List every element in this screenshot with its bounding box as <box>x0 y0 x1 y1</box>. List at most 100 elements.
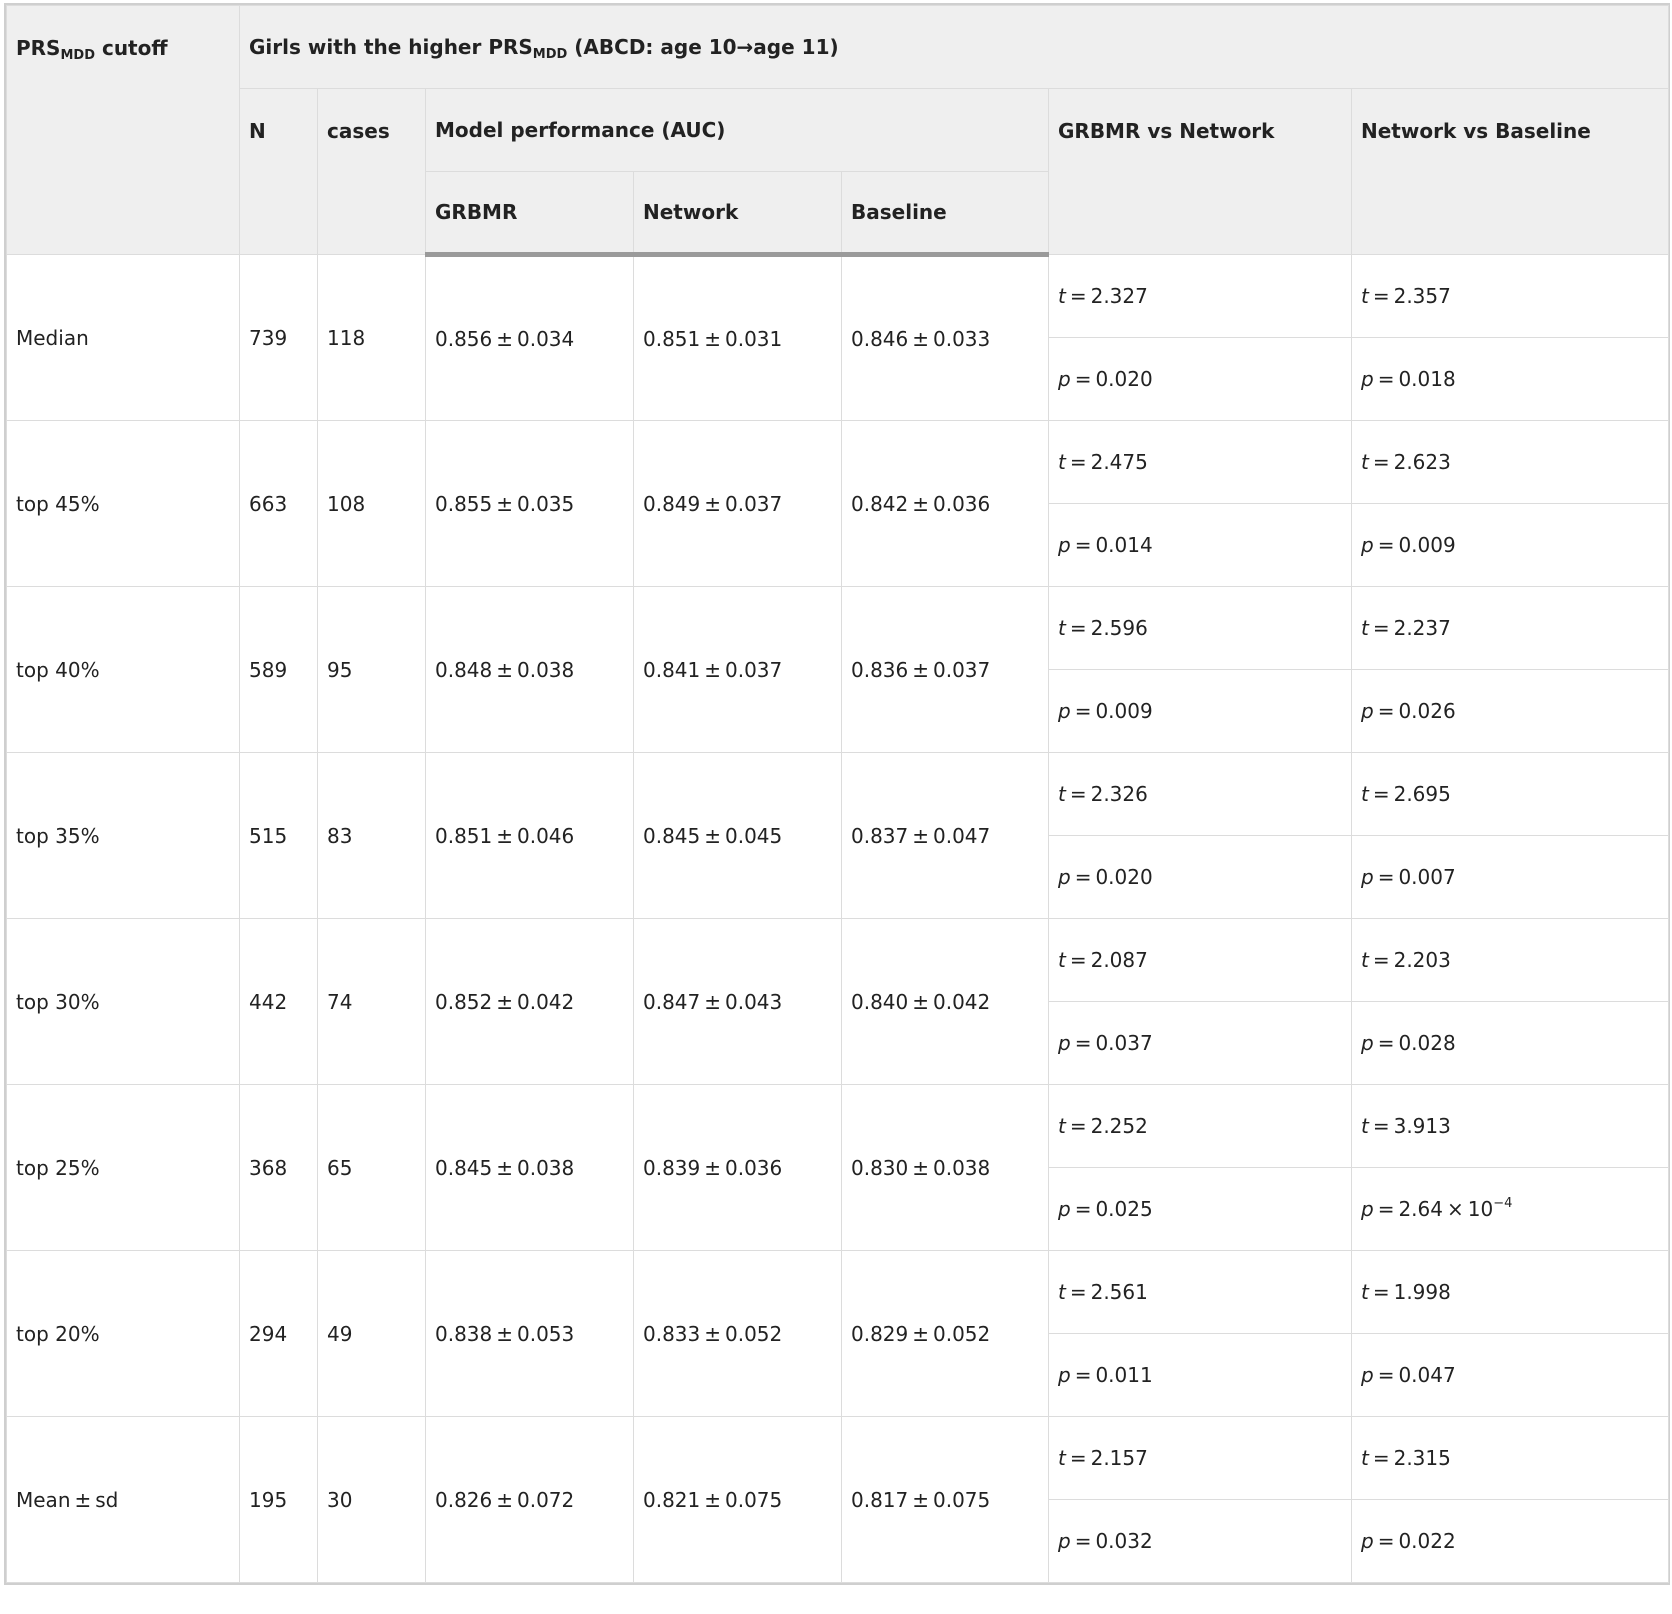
stat-value: = 0.026 <box>1373 699 1456 723</box>
table-row: Median 739 118 0.856 ± 0.034 0.851 ± 0.031 0.… <box>6 254 1670 421</box>
stat-label: t <box>1361 616 1369 640</box>
header-text: (ABCD: age 10→age 11) <box>567 35 839 59</box>
stat-value: = 2.357 <box>1368 284 1451 308</box>
cell-network-auc: 0.845 ± 0.045 <box>633 752 842 919</box>
cell-grbmr-vs-network-p: p = 0.011 <box>1048 1333 1352 1417</box>
cell-baseline-auc: 0.846 ± 0.033 <box>841 254 1049 421</box>
stat-label: t <box>1058 948 1066 972</box>
cell-network-vs-baseline-p: p = 0.018 <box>1350 337 1670 421</box>
cell-network-vs-baseline-t: t = 2.357 <box>1350 254 1670 338</box>
cell-n: 294 <box>239 1250 318 1417</box>
stat-value: = 2.623 <box>1368 450 1451 474</box>
table-row: top 35% 515 83 0.851 ± 0.046 0.845 ± 0.045 0.… <box>6 752 1670 919</box>
cell-network-vs-baseline-p: p = 0.026 <box>1350 669 1670 753</box>
cell-grbmr-auc: 0.851 ± 0.046 <box>425 752 634 919</box>
cell-grbmr-auc: 0.848 ± 0.038 <box>425 586 634 753</box>
stat-label: t <box>1058 616 1066 640</box>
cell-grbmr-vs-network-p: p = 0.025 <box>1048 1167 1352 1251</box>
stat-value: = 2.087 <box>1065 948 1148 972</box>
stat-label: p <box>1361 865 1374 889</box>
cell-baseline-auc: 0.817 ± 0.075 <box>841 1416 1049 1583</box>
cell-network-auc: 0.851 ± 0.031 <box>633 254 842 421</box>
cell-cases: 83 <box>317 752 426 919</box>
cell-network-vs-baseline-t: t = 2.203 <box>1350 918 1670 1002</box>
cell-baseline-auc: 0.829 ± 0.052 <box>841 1250 1049 1417</box>
cell-cases: 30 <box>317 1416 426 1583</box>
cell-network-vs-baseline-p: p = 0.009 <box>1350 503 1670 587</box>
header-network: Network <box>633 171 842 257</box>
stat-label: p <box>1058 367 1071 391</box>
cell-cutoff: top 45% <box>6 420 240 587</box>
stat-value: = 3.913 <box>1368 1114 1451 1138</box>
results-table: PRSMDD cutoff Girls with the higher PRSM… <box>6 5 1670 1583</box>
stat-label: t <box>1361 284 1369 308</box>
cell-n: 515 <box>239 752 318 919</box>
table-body: Median 739 118 0.856 ± 0.034 0.851 ± 0.031 0.… <box>6 254 1670 1583</box>
stat-value: = 0.009 <box>1373 533 1456 557</box>
stat-value: = 2.237 <box>1368 616 1451 640</box>
stat-label: p <box>1361 699 1374 723</box>
table-row: Mean ± sd 195 30 0.826 ± 0.072 0.821 ± 0.075… <box>6 1416 1670 1583</box>
cell-network-auc: 0.847 ± 0.043 <box>633 918 842 1085</box>
stat-value: = 0.009 <box>1070 699 1153 723</box>
stat-value: = 0.028 <box>1373 1031 1456 1055</box>
cell-cases: 65 <box>317 1084 426 1251</box>
cell-network-vs-baseline-p: p = 0.028 <box>1350 1001 1670 1085</box>
cell-grbmr-vs-network-t: t = 2.252 <box>1048 1084 1352 1168</box>
stat-value: = 0.022 <box>1373 1529 1456 1553</box>
header-baseline: Baseline <box>841 171 1049 257</box>
cell-network-vs-baseline-p: p = 0.007 <box>1350 835 1670 919</box>
cell-grbmr-auc: 0.826 ± 0.072 <box>425 1416 634 1583</box>
cell-grbmr-vs-network-t: t = 2.157 <box>1048 1416 1352 1500</box>
cell-network-auc: 0.821 ± 0.075 <box>633 1416 842 1583</box>
header-text: PRS <box>16 36 61 60</box>
cell-grbmr-vs-network-p: p = 0.014 <box>1048 503 1352 587</box>
cell-grbmr-vs-network-p: p = 0.009 <box>1048 669 1352 753</box>
cell-cutoff: top 40% <box>6 586 240 753</box>
cell-grbmr-auc: 0.852 ± 0.042 <box>425 918 634 1085</box>
table-header: PRSMDD cutoff Girls with the higher PRSM… <box>6 5 1670 257</box>
cell-grbmr-auc: 0.856 ± 0.034 <box>425 254 634 421</box>
cell-n: 195 <box>239 1416 318 1583</box>
cell-grbmr-vs-network-t: t = 2.326 <box>1048 752 1352 836</box>
cell-n: 663 <box>239 420 318 587</box>
stat-value: = 2.326 <box>1065 782 1148 806</box>
cell-grbmr-vs-network-p: p = 0.032 <box>1048 1499 1352 1583</box>
cell-cutoff: top 20% <box>6 1250 240 1417</box>
cell-network-vs-baseline-t: t = 3.913 <box>1350 1084 1670 1168</box>
cell-baseline-auc: 0.836 ± 0.037 <box>841 586 1049 753</box>
table-row: top 40% 589 95 0.848 ± 0.038 0.841 ± 0.037 0.… <box>6 586 1670 753</box>
table-row: top 25% 368 65 0.845 ± 0.038 0.839 ± 0.036 0.… <box>6 1084 1670 1251</box>
cell-network-vs-baseline-t: t = 2.695 <box>1350 752 1670 836</box>
stat-value: = 0.020 <box>1070 865 1153 889</box>
stat-value: = 2.203 <box>1368 948 1451 972</box>
stat-label: p <box>1058 865 1071 889</box>
cell-cases: 118 <box>317 254 426 421</box>
stat-value: = 2.475 <box>1065 450 1148 474</box>
cell-n: 368 <box>239 1084 318 1251</box>
stat-label: t <box>1361 948 1369 972</box>
cell-cutoff: top 25% <box>6 1084 240 1251</box>
cell-cutoff: top 30% <box>6 918 240 1085</box>
cell-grbmr-vs-network-p: p = 0.020 <box>1048 337 1352 421</box>
stat-label: t <box>1058 782 1066 806</box>
table-row: top 30% 442 74 0.852 ± 0.042 0.847 ± 0.043 0.… <box>6 918 1670 1085</box>
stat-value: = 2.327 <box>1065 284 1148 308</box>
stat-label: t <box>1361 1114 1369 1138</box>
header-group: Girls with the higher PRSMDD (ABCD: age … <box>238 5 1670 89</box>
stat-value: = 2.596 <box>1065 616 1148 640</box>
header-network-vs-baseline: Network vs Baseline <box>1350 88 1670 255</box>
cell-cases: 74 <box>317 918 426 1085</box>
cell-network-vs-baseline-p: p = 0.022 <box>1350 1499 1670 1583</box>
header-prs-cutoff: PRSMDD cutoff <box>6 5 240 255</box>
results-table-container: PRSMDD cutoff Girls with the higher PRSM… <box>4 3 1670 1585</box>
cell-n: 442 <box>239 918 318 1085</box>
stat-value: = 2.252 <box>1065 1114 1148 1138</box>
header-text: cutoff <box>95 36 168 60</box>
stat-label: p <box>1361 367 1374 391</box>
cell-grbmr-vs-network-t: t = 2.087 <box>1048 918 1352 1002</box>
stat-value: = 0.025 <box>1070 1197 1153 1221</box>
cell-cutoff: top 35% <box>6 752 240 919</box>
stat-exponent: −4 <box>1493 1196 1513 1211</box>
stat-value: = 0.014 <box>1070 533 1153 557</box>
